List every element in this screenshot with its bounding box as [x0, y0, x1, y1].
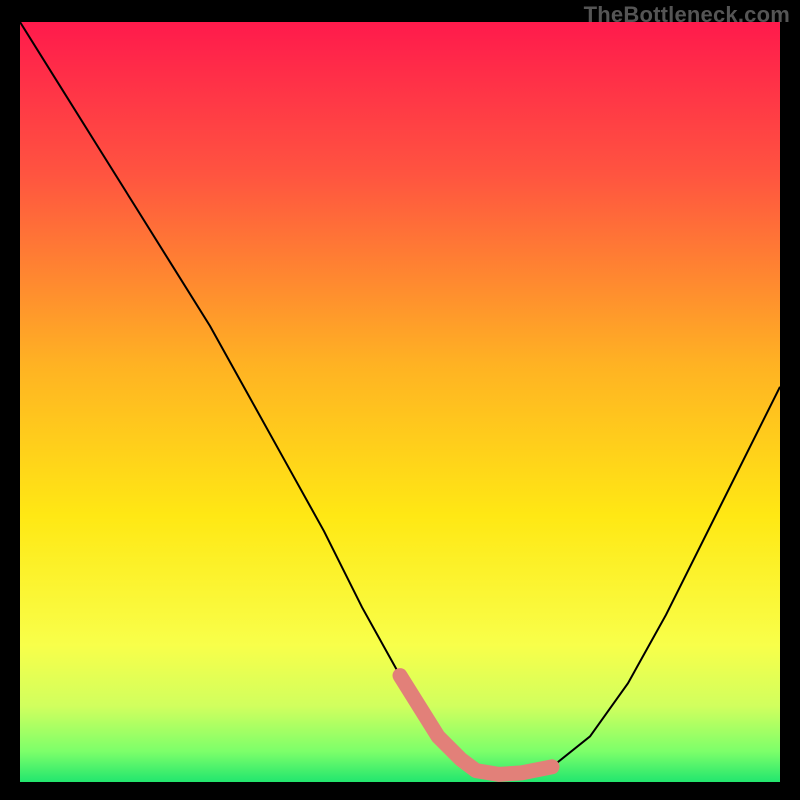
chart-svg	[20, 22, 780, 782]
chart-background	[20, 22, 780, 782]
chart-frame	[20, 22, 780, 782]
